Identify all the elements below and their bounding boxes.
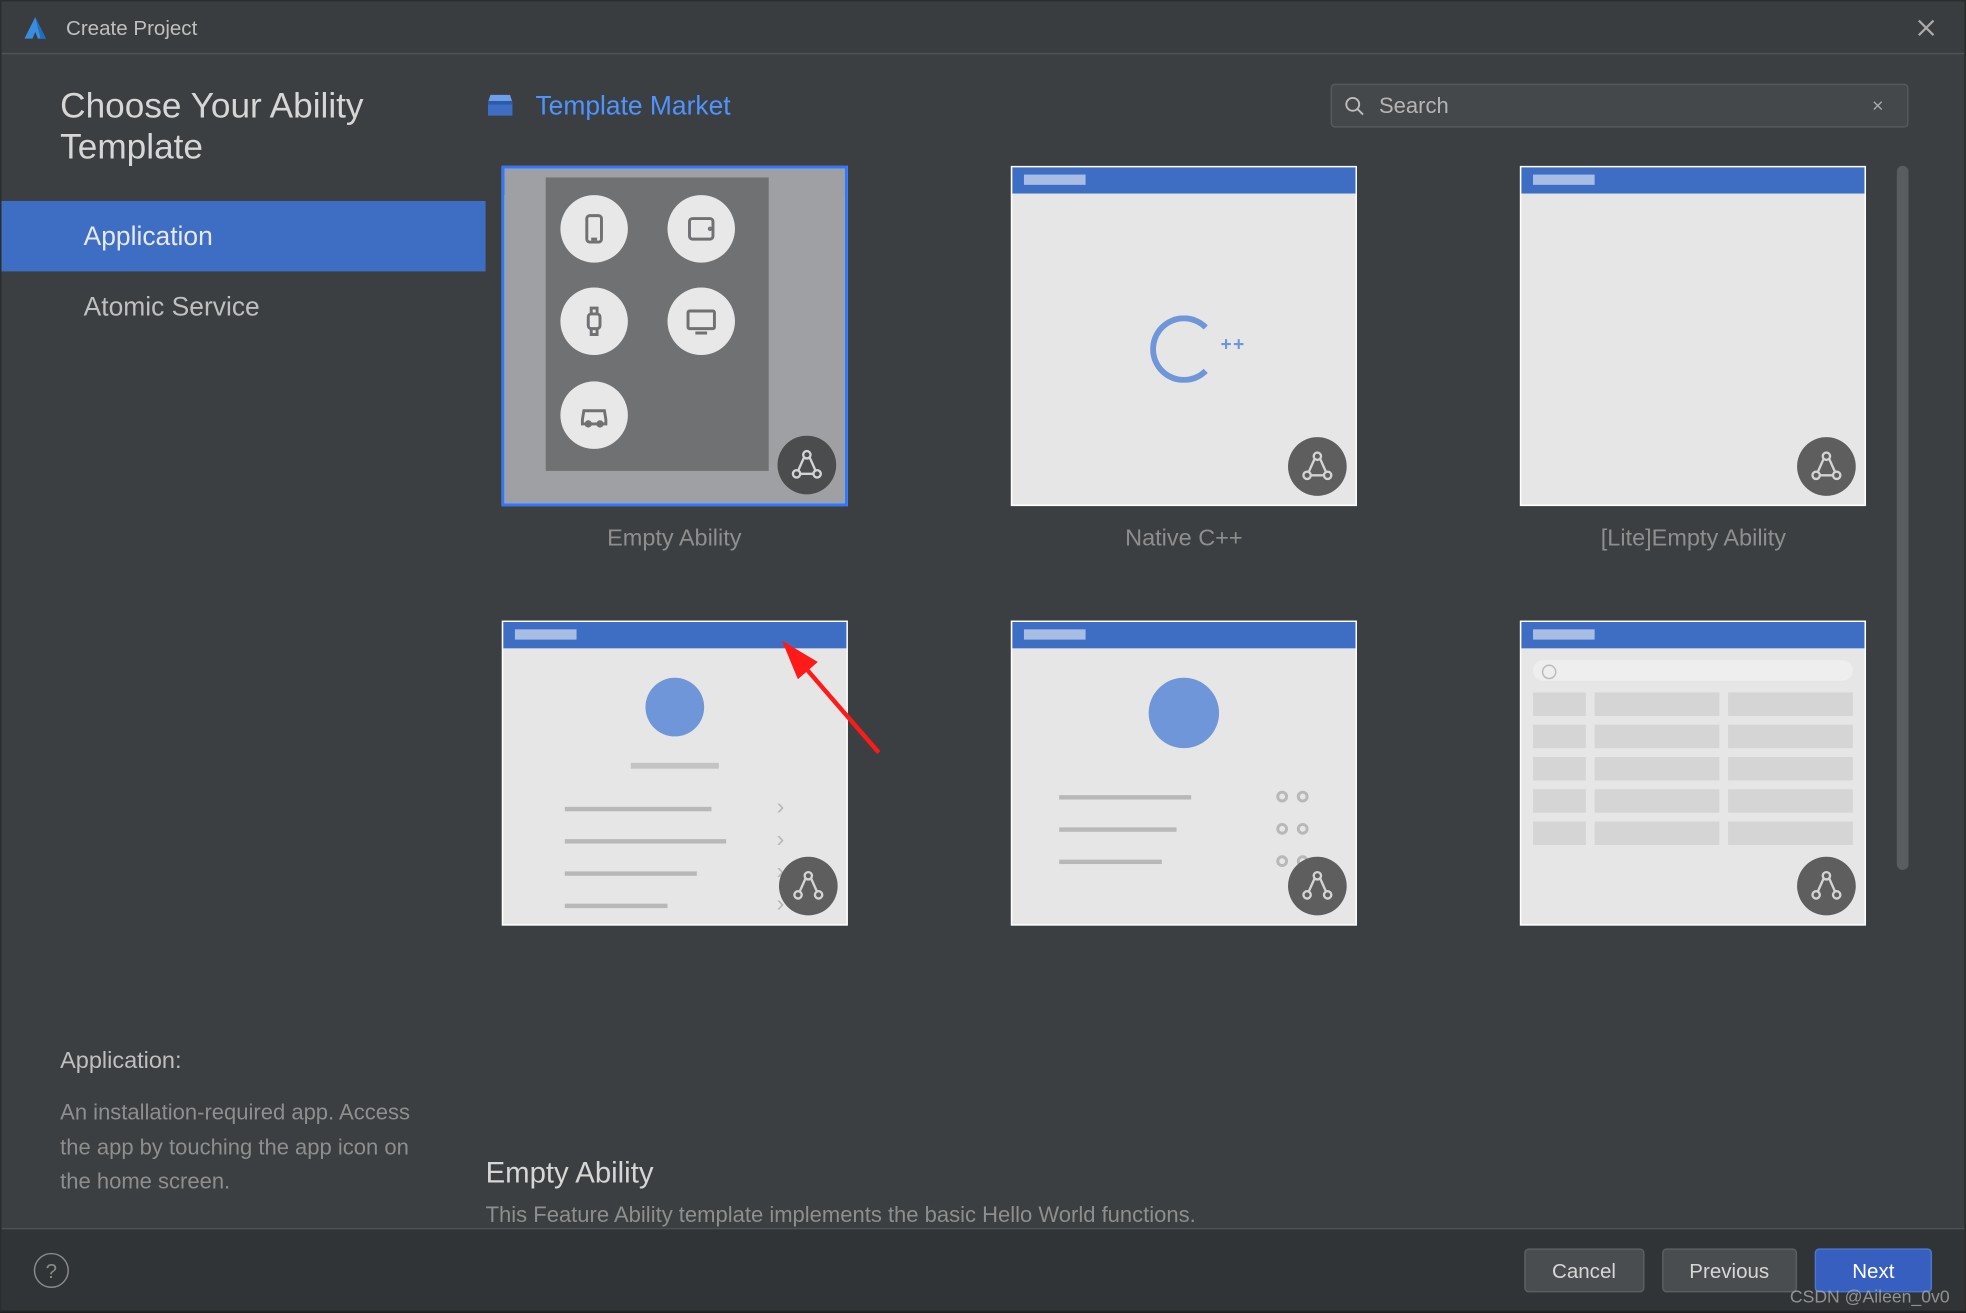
create-project-window: Create Project Choose Your Ability Templ… bbox=[0, 0, 1966, 1311]
store-icon bbox=[486, 92, 515, 118]
next-button[interactable]: Next bbox=[1815, 1248, 1932, 1292]
tv-icon bbox=[667, 288, 734, 355]
search-icon bbox=[1344, 95, 1365, 116]
help-button[interactable]: ? bbox=[34, 1252, 69, 1287]
phone-icon bbox=[560, 195, 627, 262]
search-box[interactable] bbox=[1331, 84, 1909, 128]
selection-title: Empty Ability bbox=[486, 1157, 1909, 1191]
footer: ? Cancel Previous Next bbox=[1, 1228, 1964, 1310]
titlebar: Create Project bbox=[1, 1, 1964, 54]
sidebar-tab-label: Atomic Service bbox=[84, 292, 260, 321]
template-native-cpp[interactable]: ++ Native C++ bbox=[995, 166, 1373, 553]
main-panel: Template Market bbox=[486, 54, 1965, 1228]
share-badge-icon bbox=[1798, 857, 1857, 916]
cpp-icon: ++ bbox=[1150, 315, 1217, 382]
share-badge-icon bbox=[777, 436, 836, 495]
share-badge-icon bbox=[1798, 437, 1857, 496]
template-lite-empty-ability[interactable]: [Lite]Empty Ability bbox=[1505, 166, 1883, 553]
sidebar: Choose Your Ability Template Application… bbox=[1, 54, 485, 1228]
close-button[interactable] bbox=[1906, 7, 1947, 48]
share-badge-icon bbox=[1288, 437, 1347, 496]
car-icon bbox=[560, 381, 627, 448]
sidebar-desc-text: An installation-required app. Access the… bbox=[60, 1096, 441, 1198]
watermark: CSDN @Aileen_0v0 bbox=[1790, 1287, 1950, 1308]
templates-grid: Empty Ability ++ bbox=[486, 166, 1883, 926]
previous-button[interactable]: Previous bbox=[1661, 1248, 1797, 1292]
templates-scroll-area: Empty Ability ++ bbox=[486, 166, 1909, 1120]
selection-desc: This Feature Ability template implements… bbox=[486, 1203, 1909, 1228]
template-card[interactable]: › › › › bbox=[486, 621, 864, 926]
clear-search-button[interactable] bbox=[1872, 94, 1895, 117]
tablet-icon bbox=[667, 195, 734, 262]
avatar-icon bbox=[645, 678, 704, 737]
template-empty-ability[interactable]: Empty Ability bbox=[486, 166, 864, 553]
selection-info: Empty Ability This Feature Ability templ… bbox=[486, 1157, 1909, 1227]
watch-icon bbox=[560, 288, 627, 355]
share-badge-icon bbox=[1288, 857, 1347, 916]
devstudio-logo-icon bbox=[19, 11, 51, 43]
template-label: Native C++ bbox=[1125, 527, 1242, 553]
scrollbar[interactable] bbox=[1897, 166, 1909, 870]
search-input[interactable] bbox=[1376, 92, 1872, 120]
close-icon bbox=[1872, 97, 1884, 115]
template-market-label: Template Market bbox=[535, 90, 730, 121]
template-label: Empty Ability bbox=[607, 527, 741, 553]
template-card[interactable] bbox=[1505, 621, 1883, 926]
sidebar-desc-title: Application: bbox=[60, 1049, 485, 1075]
template-market-link[interactable]: Template Market bbox=[486, 90, 731, 121]
topbar: Template Market bbox=[486, 84, 1909, 128]
template-card[interactable] bbox=[995, 621, 1373, 926]
sidebar-tab-label: Application bbox=[84, 222, 213, 251]
window-title: Create Project bbox=[66, 15, 197, 38]
template-label: [Lite]Empty Ability bbox=[1601, 527, 1786, 553]
cancel-button[interactable]: Cancel bbox=[1524, 1248, 1644, 1292]
share-badge-icon bbox=[778, 857, 837, 916]
sidebar-tabs: Application Atomic Service bbox=[1, 201, 485, 342]
page-heading: Choose Your Ability Template bbox=[60, 87, 485, 169]
sidebar-tab-atomic-service[interactable]: Atomic Service bbox=[1, 271, 485, 341]
close-icon bbox=[1916, 17, 1937, 38]
sidebar-tab-application[interactable]: Application bbox=[1, 201, 485, 271]
help-icon: ? bbox=[46, 1258, 57, 1281]
